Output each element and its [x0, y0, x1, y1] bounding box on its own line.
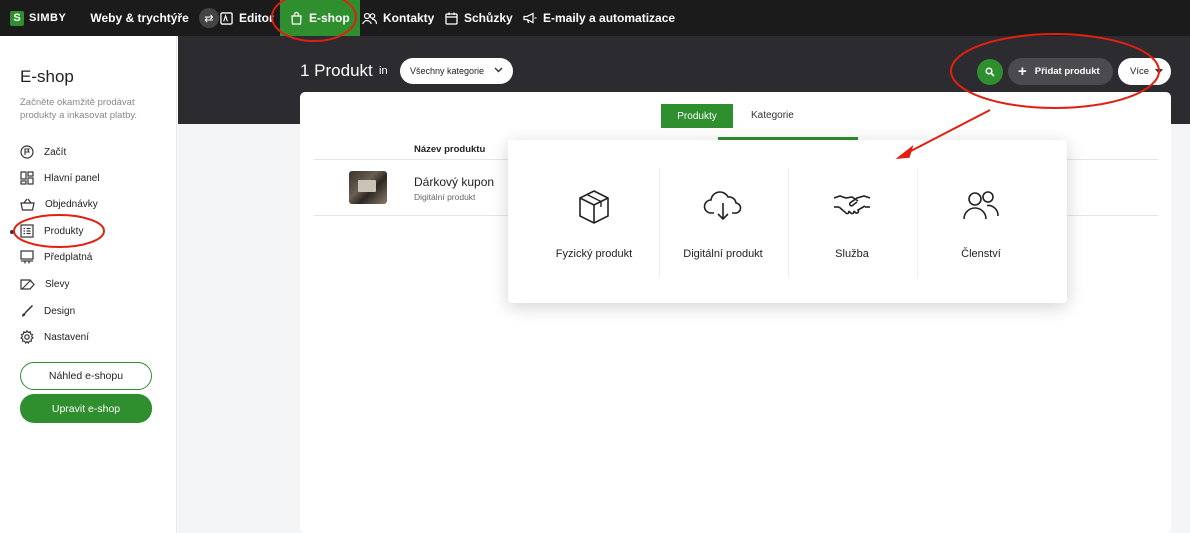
sidebar-item-hlavni-panel[interactable]: Hlavní panel: [20, 168, 100, 188]
option-digital-product[interactable]: Digitální produkt: [658, 140, 788, 303]
flag-circle-icon: [20, 145, 34, 159]
handshake-icon: [833, 195, 871, 215]
nav-schuzky[interactable]: Schůzky: [445, 0, 513, 36]
brush-icon: [22, 304, 34, 317]
edit-eshop-button[interactable]: Upravit e-shop: [20, 394, 152, 423]
contacts-icon: [362, 12, 377, 24]
chevron-down-icon: [494, 67, 503, 73]
nav-editor-label: Editor: [239, 11, 274, 25]
nav-editor[interactable]: Editor: [220, 0, 274, 36]
sidebar-item-predplatna[interactable]: Předplatná: [20, 247, 92, 267]
discount-tag-icon: [20, 278, 35, 290]
sidebar-item-label: Produkty: [44, 225, 84, 237]
category-select-value: Všechny kategorie: [410, 66, 485, 76]
option-label: Fyzický produkt: [555, 248, 633, 260]
page-title-in: in: [379, 65, 388, 77]
basket-icon: [20, 198, 35, 211]
swap-arrows-icon: ⇄: [204, 12, 214, 25]
add-product-button[interactable]: + Přidat produkt: [1008, 58, 1113, 85]
plus-icon: +: [1018, 63, 1027, 80]
sidebar-item-label: Design: [44, 305, 76, 317]
gear-icon: [20, 330, 34, 344]
option-service[interactable]: Služba: [787, 140, 917, 303]
site-name[interactable]: Weby & trychtýře: [90, 11, 188, 25]
search-button[interactable]: [977, 59, 1003, 85]
megaphone-icon: [523, 12, 537, 24]
simby-logo-text: SIMBY: [29, 12, 67, 24]
active-item-bullet: [10, 230, 14, 234]
add-product-dropdown: Fyzický produkt Digitální produkt Služba…: [508, 140, 1067, 303]
nav-emaily-label: E-maily a automatizace: [543, 11, 676, 25]
product-list-icon: [20, 224, 34, 238]
sidebar-item-slevy[interactable]: Slevy: [20, 274, 69, 294]
category-select[interactable]: Všechny kategorie: [400, 58, 513, 84]
more-label: Více: [1130, 66, 1150, 77]
product-thumbnail[interactable]: [349, 171, 387, 204]
option-label: Služba: [835, 248, 869, 260]
sidebar-item-label: Předplatná: [44, 251, 93, 263]
page-title: 1 Produkt: [300, 61, 373, 80]
nav-eshop-label: E-shop: [309, 11, 350, 25]
option-label: Členství: [961, 248, 1001, 260]
simby-logo-mark: S: [10, 10, 24, 26]
sidebar-item-label: Hlavní panel: [44, 172, 100, 184]
product-type: Digitální produkt: [414, 192, 476, 202]
users-icon: [963, 191, 999, 220]
tab-kategorie[interactable]: Kategorie: [751, 110, 794, 121]
sidebar-item-objednavky[interactable]: Objednávky: [20, 194, 98, 214]
option-label: Digitální produkt: [683, 248, 763, 260]
nav-kontakty-label: Kontakty: [383, 11, 435, 25]
switch-site-button[interactable]: ⇄: [198, 8, 219, 28]
shopping-bag-icon: [291, 11, 302, 25]
subscription-icon: [20, 250, 34, 264]
dashboard-icon: [20, 171, 34, 185]
add-product-label: Přidat produkt: [1034, 66, 1100, 77]
sidebar: E-shop Začněte okamžitě prodávat produkt…: [0, 36, 177, 533]
sidebar-item-label: Slevy: [45, 278, 70, 290]
thumbnail-screen: [358, 180, 376, 192]
sidebar-item-label: Nastavení: [44, 331, 90, 343]
sidebar-item-label: Začít: [44, 146, 67, 158]
nav-schuzky-label: Schůzky: [464, 11, 513, 25]
tab-produkty[interactable]: Produkty: [661, 104, 733, 128]
sidebar-item-produkty[interactable]: Produkty: [20, 221, 83, 241]
caret-down-icon: [1155, 69, 1164, 74]
editor-icon: [220, 11, 233, 25]
cloud-download-icon: [703, 191, 742, 221]
nav-emaily[interactable]: E-maily a automatizace: [523, 0, 675, 36]
sidebar-item-zacit[interactable]: Začít: [20, 142, 66, 162]
calendar-icon: [445, 12, 458, 25]
product-name[interactable]: Dárkový kupon: [414, 175, 494, 189]
option-physical-product[interactable]: Fyzický produkt: [529, 140, 659, 303]
column-header-product-name[interactable]: Název produktu: [414, 144, 485, 155]
search-icon: [985, 67, 995, 77]
nav-kontakty[interactable]: Kontakty: [362, 0, 434, 36]
preview-eshop-button[interactable]: Náhled e-shopu: [20, 362, 152, 390]
sidebar-item-nastaveni[interactable]: Nastavení: [20, 327, 89, 347]
sidebar-title: E-shop: [20, 67, 74, 86]
sidebar-item-label: Objednávky: [45, 198, 98, 210]
more-button[interactable]: Více: [1118, 58, 1171, 85]
sidebar-item-design[interactable]: Design: [20, 301, 75, 321]
option-membership[interactable]: Členství: [916, 140, 1046, 303]
sidebar-description: Začněte okamžitě prodávat produkty a ink…: [20, 97, 138, 121]
simby-logo[interactable]: S SIMBY: [10, 10, 67, 26]
box-icon: [579, 190, 609, 224]
nav-eshop[interactable]: E-shop: [280, 0, 360, 36]
